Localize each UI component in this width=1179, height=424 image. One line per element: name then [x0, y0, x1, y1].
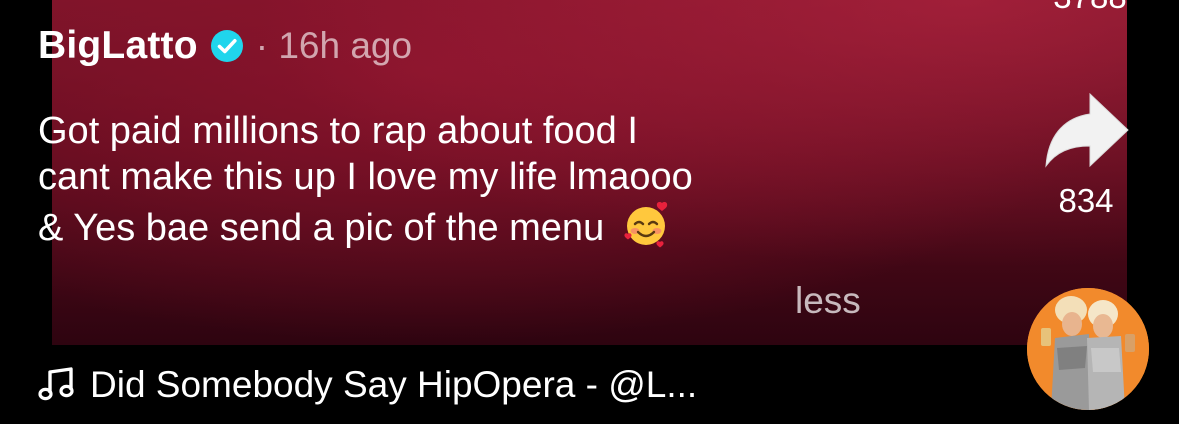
show-less-button[interactable]: less	[795, 280, 861, 322]
caption-line-text: & Yes bae send a pic of the menu	[38, 207, 605, 249]
share-count: 834	[1058, 182, 1114, 219]
separator-dot: ·	[255, 25, 269, 66]
music-note-icon	[38, 367, 74, 401]
post-header: BigLatto · 16h ago	[38, 18, 412, 74]
post-time: · 16h ago	[256, 25, 412, 67]
smiling-face-with-hearts-icon	[624, 202, 667, 248]
caption-line: Got paid millions to rap about food I	[38, 110, 638, 152]
action-count: 3788	[1040, 0, 1140, 16]
time-ago: 16h ago	[278, 25, 413, 66]
music-title: Did Somebody Say HipOpera - @L...	[90, 364, 698, 405]
sound-disc-avatar[interactable]	[1027, 288, 1149, 410]
avatar-image	[1027, 288, 1149, 410]
verified-badge-icon	[210, 30, 243, 62]
music-info[interactable]: Did Somebody Say HipOpera - @L...	[38, 360, 697, 410]
share-arrow-icon[interactable]	[1040, 88, 1132, 172]
username[interactable]: BigLatto	[38, 24, 198, 68]
caption-line: & Yes bae send a pic of the menu	[38, 200, 938, 251]
caption[interactable]: Got paid millions to rap about food I ca…	[38, 108, 938, 251]
caption-line: cant make this up I love my life lmaooo	[38, 156, 693, 198]
